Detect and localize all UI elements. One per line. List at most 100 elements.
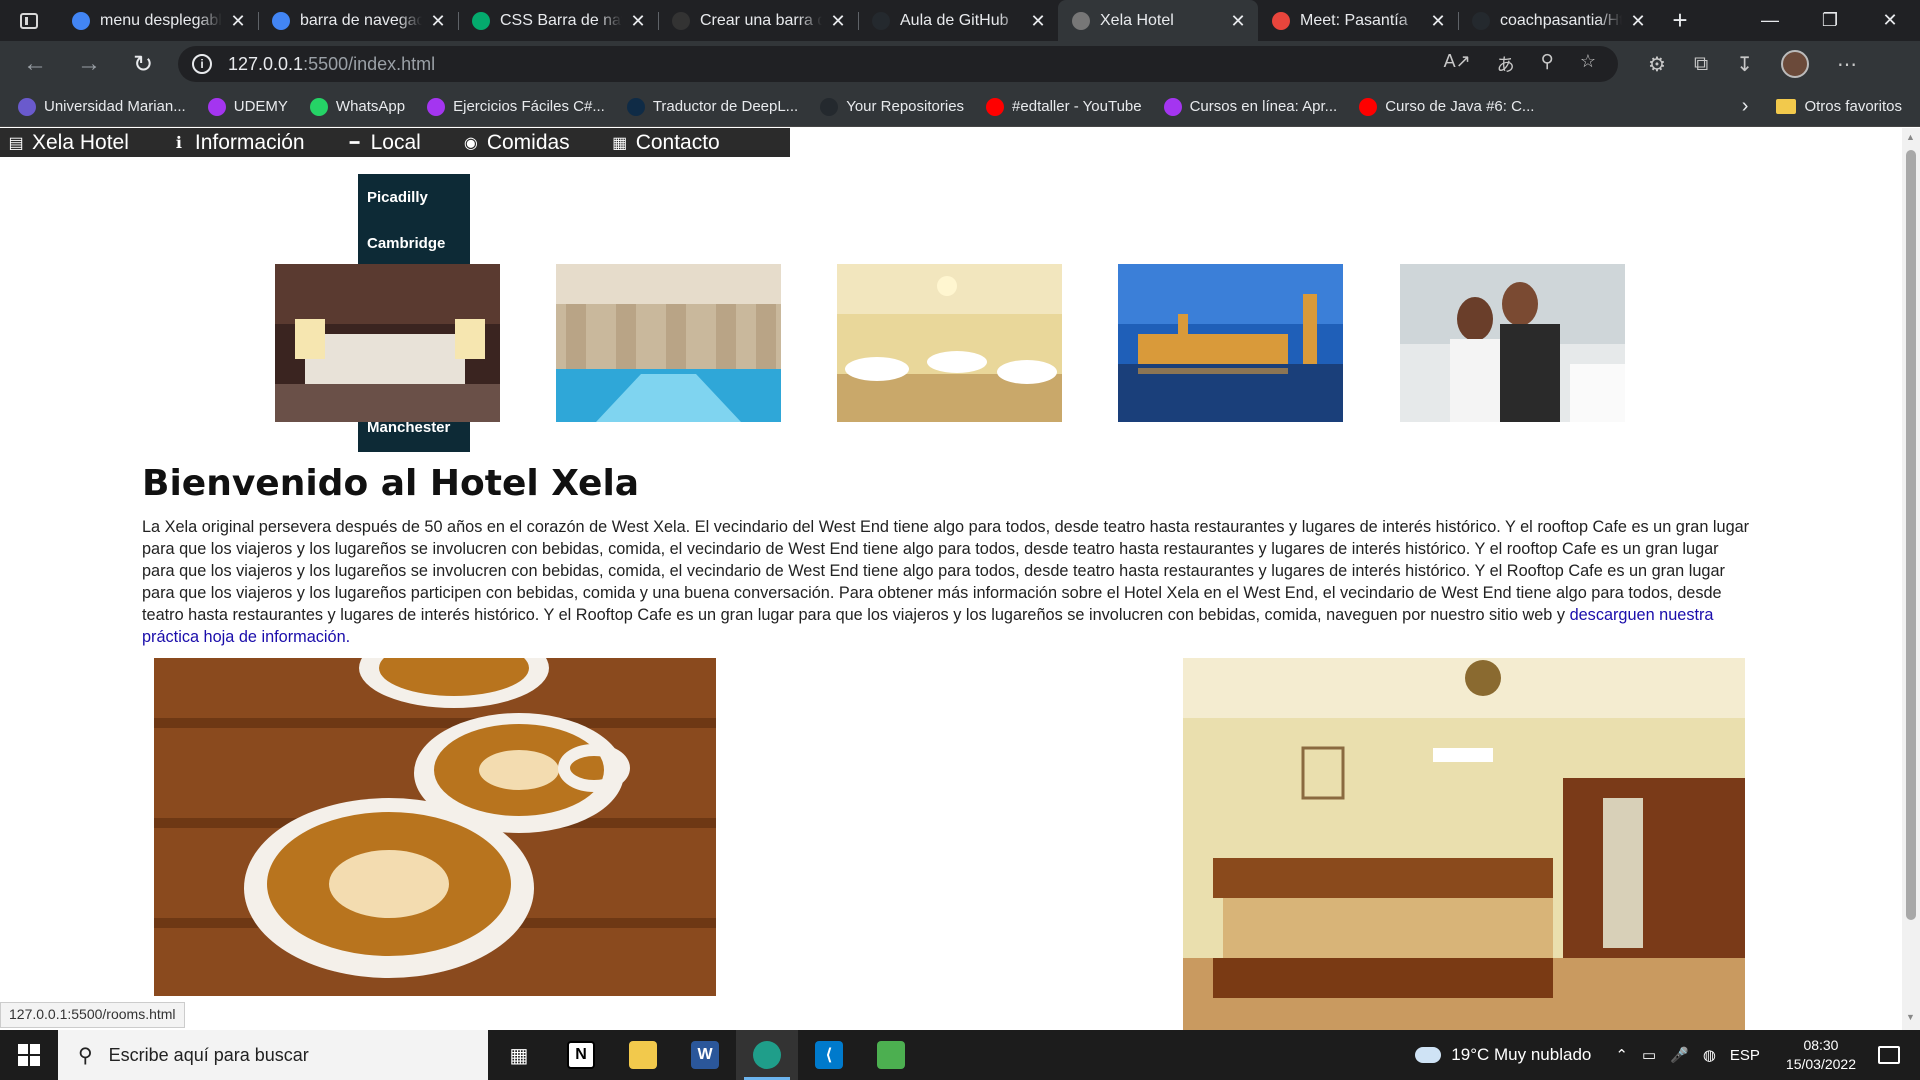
profile-avatar[interactable] [1780, 50, 1809, 78]
add-favorite-icon[interactable]: ☆ [1580, 51, 1596, 77]
nav-item-contacto[interactable]: ▦ Contacto [604, 128, 726, 157]
bookmark-favicon-icon [18, 97, 36, 116]
nav-item-local[interactable]: ━ Local [339, 128, 427, 157]
page-icon [1072, 11, 1090, 30]
search-placeholder: Escribe aquí para buscar [108, 1044, 309, 1065]
bookmarks-bar: Universidad Marian... UDEMY WhatsApp Ejerci… [0, 87, 1920, 127]
translate-icon[interactable]: あ [1497, 51, 1515, 77]
image-app-button[interactable] [860, 1030, 922, 1080]
tab-close-icon[interactable]: ✕ [428, 11, 448, 31]
tab-close-icon[interactable]: ✕ [228, 11, 248, 31]
collections-icon[interactable]: ⧉ [1694, 53, 1708, 76]
downloads-icon[interactable]: ↧ [1736, 52, 1753, 77]
new-tab-button[interactable]: + [1658, 5, 1702, 36]
language-indicator[interactable]: ESP [1730, 1047, 1760, 1064]
tab-close-icon[interactable]: ✕ [1028, 11, 1048, 31]
dropdown-item[interactable]: Picadilly [358, 174, 470, 220]
browser-tab[interactable]: menu desplegable ✕ [58, 0, 258, 41]
bed-icon: ━ [349, 134, 360, 152]
bookmark-item[interactable]: #edtaller - YouTube [986, 97, 1142, 116]
show-hidden-icons-chevron-icon[interactable]: ⌃ [1615, 1046, 1628, 1064]
start-button[interactable] [0, 1030, 58, 1080]
file-explorer-button[interactable] [612, 1030, 674, 1080]
bookmark-item[interactable]: WhatsApp [309, 97, 406, 116]
tab-title: menu desplegable [100, 11, 222, 29]
taskbar-search-box[interactable]: ⚲ Escribe aquí para buscar [58, 1030, 488, 1080]
bookmark-favicon-icon [820, 97, 839, 116]
tab-close-icon[interactable]: ✕ [1628, 11, 1648, 31]
tab-actions-menu-icon[interactable] [0, 0, 58, 41]
extensions-icon[interactable]: ⚙ [1648, 52, 1666, 77]
bookmark-item[interactable]: Ejercicios Fáciles C#... [427, 97, 605, 116]
page-scrollbar[interactable]: ▲ ▼ [1902, 128, 1920, 1030]
browser-tab[interactable]: Crear una barra de ✕ [658, 0, 858, 41]
github-icon [1472, 11, 1490, 30]
bookmark-favicon-icon [626, 97, 645, 116]
nav-item-xela-hotel[interactable]: ▤ Xela Hotel [0, 128, 135, 157]
clock-time: 08:30 [1803, 1037, 1839, 1053]
tab-title: Crear una barra de [700, 11, 822, 29]
browser-tab[interactable]: Aula de GitHub ✕ [858, 0, 1058, 41]
tab-close-icon[interactable]: ✕ [1428, 11, 1448, 31]
bookmark-label: Your Repositories [846, 98, 965, 115]
westminster-thumbnail [1118, 264, 1343, 422]
bookmark-label: Universidad Marian... [44, 98, 186, 115]
more-bookmarks-chevron-icon[interactable]: › [1742, 95, 1749, 118]
zoom-icon[interactable]: ⚲ [1541, 51, 1554, 77]
browser-tab[interactable]: Meet: Pasantía ✕ [1258, 0, 1458, 41]
nav-item-informaci-n[interactable]: ℹ Información [163, 128, 311, 157]
browser-tab[interactable]: barra de navegación ✕ [258, 0, 458, 41]
word-app-button[interactable]: W [674, 1030, 736, 1080]
scroll-up-icon[interactable]: ▲ [1906, 132, 1915, 142]
clock[interactable]: 08:30 15/03/2022 [1786, 1036, 1856, 1074]
browser-tab[interactable]: Xela Hotel ✕ [1058, 0, 1258, 41]
wifi-icon[interactable]: ◍ [1703, 1046, 1716, 1064]
weather-widget[interactable]: 19°C Muy nublado [1415, 1045, 1591, 1065]
battery-icon[interactable]: ▭ [1642, 1046, 1656, 1064]
tab-close-icon[interactable]: ✕ [628, 11, 648, 31]
bookmark-item[interactable]: Your Repositories [820, 97, 965, 116]
microphone-icon[interactable]: 🎤 [1670, 1046, 1689, 1064]
minimize-button[interactable]: — [1740, 0, 1800, 41]
task-view-button[interactable]: ▦ [488, 1030, 550, 1080]
folder-icon [629, 1041, 657, 1069]
restore-button[interactable]: ❐ [1800, 0, 1860, 41]
site-info-icon[interactable]: i [192, 54, 212, 74]
windows-logo-icon [18, 1044, 40, 1066]
scroll-down-icon[interactable]: ▼ [1906, 1012, 1915, 1022]
tab-title: Xela Hotel [1100, 11, 1174, 29]
bookmark-item[interactable]: Cursos en línea: Apr... [1163, 97, 1337, 116]
more-menu-icon[interactable]: ⋯ [1837, 52, 1857, 77]
bookmark-item[interactable]: UDEMY [207, 97, 288, 116]
circle-icon [672, 11, 690, 30]
tab-close-icon[interactable]: ✕ [1228, 11, 1248, 31]
bookmark-item[interactable]: Curso de Java #6: C... [1359, 97, 1534, 116]
bookmark-favicon-icon [986, 97, 1005, 116]
forward-icon[interactable]: → [62, 41, 116, 87]
bookmark-label: #edtaller - YouTube [1012, 98, 1142, 115]
other-favorites-link[interactable]: Otros favoritos [1804, 98, 1902, 115]
notion-app-button[interactable]: N [550, 1030, 612, 1080]
close-window-button[interactable]: ✕ [1860, 0, 1920, 41]
back-icon[interactable]: ← [8, 41, 62, 87]
read-aloud-icon[interactable]: A↗ [1444, 51, 1471, 77]
dropdown-item[interactable]: Cambridge [358, 220, 470, 266]
nav-label: Xela Hotel [32, 130, 129, 154]
bookmark-item[interactable]: Universidad Marian... [18, 97, 186, 116]
browser-tab[interactable]: coachpasantia/Ht ✕ [1458, 0, 1658, 41]
nav-item-comidas[interactable]: ◉ Comidas [455, 128, 576, 157]
notifications-icon[interactable] [1878, 1046, 1900, 1064]
tab-title: Aula de GitHub [900, 11, 1009, 29]
tab-title: barra de navegación [300, 11, 422, 29]
bookmark-item[interactable]: Traductor de DeepL... [626, 97, 798, 116]
edge-app-button[interactable] [736, 1030, 798, 1080]
vscode-app-button[interactable]: ⟨ [798, 1030, 860, 1080]
bookmark-label: WhatsApp [335, 98, 406, 115]
scrollbar-thumb[interactable] [1906, 150, 1916, 920]
tab-close-icon[interactable]: ✕ [828, 11, 848, 31]
url-bar[interactable]: i 127.0.0.1:5500/index.html A↗ あ ⚲ ☆ [178, 46, 1618, 82]
bookmark-label: Ejercicios Fáciles C#... [453, 98, 605, 115]
reload-icon[interactable]: ↻ [116, 41, 170, 87]
browser-tab[interactable]: CSS Barra de navegación ✕ [458, 0, 658, 41]
tab-title: CSS Barra de navegación [500, 11, 622, 29]
